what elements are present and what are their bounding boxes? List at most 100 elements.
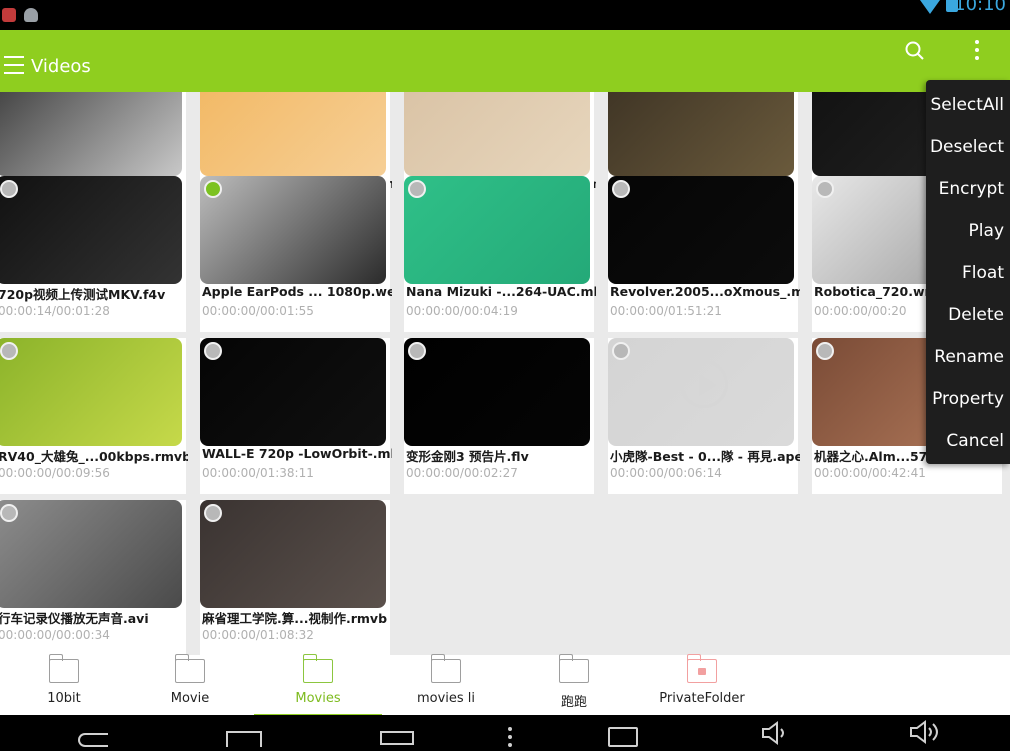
select-checkbox[interactable]	[408, 180, 426, 198]
video-card[interactable]: Apple EarPods ... 1080p.webm 00:00:00/00:…	[200, 176, 392, 332]
video-thumbnail[interactable]	[0, 338, 182, 446]
notification-icon	[2, 8, 16, 22]
folder-label: 10bit	[47, 691, 81, 706]
folder-tab-movies[interactable]: Movies	[254, 654, 382, 719]
video-name: 720p视频上传测试MKV.f4v	[0, 287, 166, 302]
video-duration: 00:00:00/00:20	[814, 304, 907, 318]
video-name: WALL-E 720p -LowOrbit-.mkv	[202, 446, 392, 461]
video-thumbnail[interactable]	[608, 338, 794, 446]
overflow-menu-icon[interactable]	[972, 40, 982, 62]
video-thumbnail[interactable]	[404, 92, 590, 176]
menu-item-float[interactable]: Float	[926, 252, 1010, 294]
video-duration: 00:00:00/00:04:19	[406, 304, 518, 318]
volume-down-icon[interactable]	[760, 721, 790, 745]
video-card[interactable]: 720p视频上传测试MKV.f4v 00:00:14/00:01:28	[0, 176, 186, 332]
menu-item-encrypt[interactable]: Encrypt	[926, 168, 1010, 210]
video-thumbnail[interactable]	[404, 176, 590, 284]
select-checkbox[interactable]	[204, 342, 222, 360]
select-checkbox[interactable]	[0, 342, 18, 360]
video-name: 变形金刚3 预告片.flv	[406, 449, 529, 464]
video-name: Revolver.2005...oXmous_.mp4	[610, 284, 800, 299]
folder-tab-privatefolder[interactable]: PrivateFolder	[638, 654, 766, 713]
video-card[interactable]: Nana Mizuki -...264-UAC.mkv 00:00:00/00:0…	[404, 176, 596, 332]
video-duration: 00:00:00/01:51:21	[610, 304, 722, 318]
video-name: 麻省理工学院.算...视制作.rmvb	[202, 611, 388, 626]
hamburger-menu-icon[interactable]	[4, 56, 24, 74]
select-checkbox[interactable]	[204, 504, 222, 522]
video-duration: 00:00:00/00:09:56	[0, 466, 110, 480]
video-card[interactable]: 变形金刚3 预告片.flv 00:00:00/00:02:27	[404, 338, 594, 494]
android-icon	[24, 8, 38, 22]
folder-tab-bar: 10bit Movie Movies movies li 跑跑 PrivateF…	[0, 654, 1010, 719]
video-card[interactable]: Revolver.2005...oXmous_.mp4 00:00:00/01:5…	[608, 176, 800, 332]
folder-icon	[174, 654, 205, 683]
video-duration: 00:00:00/00:00:34	[0, 628, 110, 642]
play-icon	[680, 360, 728, 408]
video-name: RV40_大雄兔_...00kbps.rmvb	[0, 449, 188, 464]
folder-tab-10bit[interactable]: 10bit	[0, 654, 128, 713]
video-thumbnail[interactable]	[0, 176, 182, 284]
video-card[interactable]: WALL-E 720p -LowOrbit-.mkv 00:00:00/01:38…	[200, 338, 392, 494]
folder-icon	[558, 654, 589, 683]
video-grid: 奥黛丽·赫本...Christian.mkv00:17:02/01:58:08%…	[0, 92, 1010, 655]
folder-tab-movie[interactable]: Movie	[126, 654, 254, 713]
video-thumbnail[interactable]	[200, 338, 386, 446]
video-duration: 00:00:00/00:06:14	[610, 466, 722, 480]
select-checkbox[interactable]	[408, 342, 426, 360]
folder-icon	[48, 654, 79, 683]
wifi-icon	[920, 0, 940, 14]
folder-tab-paopao[interactable]: 跑跑	[510, 654, 638, 713]
video-thumbnail[interactable]	[200, 92, 386, 176]
status-bar: 10:10	[0, 0, 1010, 30]
folder-tab-movies-li[interactable]: movies li	[382, 654, 510, 713]
select-checkbox[interactable]	[0, 504, 18, 522]
video-thumbnail[interactable]	[200, 500, 386, 608]
app-bar: Videos	[0, 30, 1010, 92]
select-checkbox[interactable]	[204, 180, 222, 198]
video-name: 行车记录仪播放无声音.avi	[0, 611, 149, 626]
video-card[interactable]: RV40_大雄兔_...00kbps.rmvb 00:00:00/00:09:56	[0, 338, 188, 494]
select-checkbox[interactable]	[816, 342, 834, 360]
app-title: Videos	[31, 56, 91, 77]
menu-item-delete[interactable]: Delete	[926, 294, 1010, 336]
recent-apps-icon[interactable]	[380, 731, 414, 745]
context-menu: SelectAll Deselect Encrypt Play Float De…	[926, 80, 1010, 464]
video-thumbnail[interactable]	[200, 176, 386, 284]
menu-item-cancel[interactable]: Cancel	[926, 420, 1010, 462]
volume-up-icon[interactable]	[908, 719, 944, 745]
folder-label: Movie	[170, 691, 210, 706]
folder-icon	[430, 654, 461, 683]
video-duration: 00:00:00/00:42:41	[814, 466, 926, 480]
folder-label: Movies	[295, 691, 341, 706]
folder-label: PrivateFolder	[659, 691, 745, 706]
video-thumbnail[interactable]	[608, 92, 794, 176]
video-duration: 00:00:14/00:01:28	[0, 304, 110, 318]
search-icon[interactable]	[904, 40, 924, 60]
video-thumbnail[interactable]	[0, 92, 182, 176]
video-card[interactable]: 小虎隊-Best - 0...隊 - 再見.ape 00:00:00/00:06:…	[608, 338, 800, 494]
video-duration: 00:00:00/00:01:55	[202, 304, 314, 318]
home-icon[interactable]	[226, 731, 262, 747]
video-thumbnail[interactable]	[0, 500, 182, 608]
video-name: Nana Mizuki -...264-UAC.mkv	[406, 284, 596, 299]
video-name: Apple EarPods ... 1080p.webm	[202, 284, 392, 299]
menu-item-property[interactable]: Property	[926, 378, 1010, 420]
menu-item-rename[interactable]: Rename	[926, 336, 1010, 378]
back-icon[interactable]	[78, 733, 108, 747]
video-card[interactable]: 行车记录仪播放无声音.avi 00:00:00/00:00:34	[0, 500, 186, 655]
menu-item-selectall[interactable]: SelectAll	[926, 84, 1010, 126]
screenshot-icon[interactable]	[608, 727, 638, 747]
video-thumbnail[interactable]	[608, 176, 794, 284]
menu-dots-icon[interactable]	[508, 727, 512, 747]
video-card[interactable]: 麻省理工学院.算...视制作.rmvb 00:00:00/01:08:32	[200, 500, 390, 655]
select-checkbox[interactable]	[816, 180, 834, 198]
menu-item-play[interactable]: Play	[926, 210, 1010, 252]
clock: 10:10	[954, 0, 1006, 15]
system-nav-bar	[0, 715, 1010, 751]
select-checkbox[interactable]	[0, 180, 18, 198]
video-thumbnail[interactable]	[404, 338, 590, 446]
lock-icon	[698, 668, 706, 675]
menu-item-deselect[interactable]: Deselect	[926, 126, 1010, 168]
select-checkbox[interactable]	[612, 342, 630, 360]
select-checkbox[interactable]	[612, 180, 630, 198]
